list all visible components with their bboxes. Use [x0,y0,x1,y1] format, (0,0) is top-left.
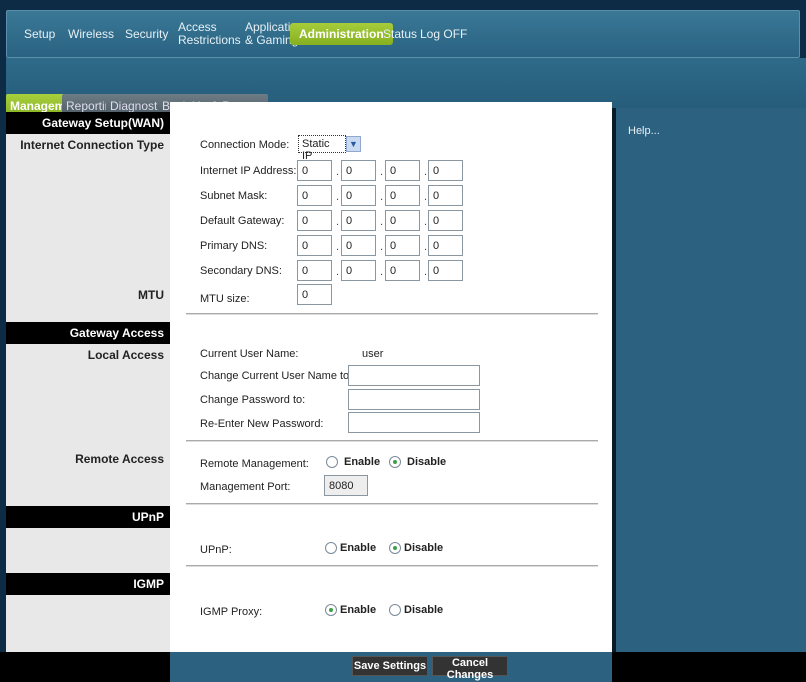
ip-row-label: Primary DNS: [200,240,268,252]
octet-separator: . [424,266,428,278]
help-panel [612,108,806,652]
help-text: Help... [628,125,660,137]
ip-octet-input[interactable] [385,185,420,206]
section-gateway-access: Gateway Access [6,322,170,344]
igmp-disable-radio[interactable]: Disable [389,604,443,616]
upnp-enable-radio[interactable]: Enable [325,542,376,554]
ip-octet-input[interactable] [297,235,332,256]
remote-disable-radio[interactable]: Disable [389,456,446,468]
label-local-access: Local Access [87,348,164,362]
radio-icon [325,542,337,554]
ip-row-label: Secondary DNS: [200,265,282,277]
current-user-value: user [362,348,384,360]
ip-octet-input[interactable] [341,160,376,181]
upnp-label: UPnP: [200,544,232,556]
management-port-input[interactable] [324,475,368,496]
ip-octet-input[interactable] [341,185,376,206]
ip-octet-input[interactable] [341,260,376,281]
section-igmp: IGMP [6,573,170,595]
radio-label: Disable [407,456,447,468]
octet-separator: . [424,191,428,203]
igmp-proxy-label: IGMP Proxy: [200,606,263,618]
reenter-password-input[interactable] [348,412,480,433]
cancel-changes-button[interactable]: Cancel Changes [432,656,508,681]
ip-octet-input[interactable] [297,185,332,206]
ip-octet-input[interactable] [385,260,420,281]
radio-icon [326,456,338,468]
ip-octet-input[interactable] [428,260,463,281]
ip-octet-input[interactable] [297,160,332,181]
radio-label: Enable [340,542,377,554]
divider [186,503,598,505]
octet-separator: . [336,166,340,178]
radio-label: Enable [340,604,377,616]
management-port-label: Management Port: [200,481,291,493]
reenter-password-label: Re-Enter New Password: [200,418,324,430]
ip-octet-input[interactable] [385,210,420,231]
ip-row-label: Subnet Mask: [200,190,268,202]
ip-row-label: Default Gateway: [200,215,285,227]
save-settings-button[interactable]: Save Settings [352,656,428,676]
nav-setup[interactable]: Setup [24,10,55,58]
chevron-down-icon[interactable]: ▼ [346,136,361,152]
label-internet-connection-type: Internet Connection Type [20,138,164,152]
ip-octet-input[interactable] [428,185,463,206]
remote-management-label: Remote Management: [200,458,309,470]
octet-separator: . [380,216,384,228]
octet-separator: . [336,191,340,203]
connection-mode-label: Connection Mode: [200,139,290,151]
radio-icon [389,456,401,468]
octet-separator: . [380,241,384,253]
change-password-input[interactable] [348,389,480,410]
octet-separator: . [424,216,428,228]
nav-wireless[interactable]: Wireless [68,10,114,58]
radio-icon [389,542,401,554]
octet-separator: . [424,241,428,253]
remote-enable-radio[interactable]: Enable [326,456,380,468]
ip-octet-input[interactable] [385,160,420,181]
ip-octet-input[interactable] [428,210,463,231]
change-user-input[interactable] [348,365,480,386]
radio-label: Disable [404,542,444,554]
radio-label: Enable [344,456,381,468]
radio-icon [325,604,337,616]
nav-administration[interactable]: Administration [290,23,393,45]
ip-row-label: Internet IP Address: [200,165,297,177]
nav-access-restrictions[interactable]: Access Restrictions [178,10,241,58]
ip-octet-input[interactable] [297,210,332,231]
octet-separator: . [380,266,384,278]
radio-icon [389,604,401,616]
nav-log-off[interactable]: Log OFF [420,10,467,58]
divider [186,313,598,315]
label-remote-access: Remote Access [75,452,164,466]
nav-status[interactable]: Status [383,10,417,58]
change-password-label: Change Password to: [200,394,306,406]
change-user-label: Change Current User Name to: [200,370,353,382]
octet-separator: . [336,266,340,278]
ip-octet-input[interactable] [428,160,463,181]
octet-separator: . [380,191,384,203]
octet-separator: . [424,166,428,178]
ip-octet-input[interactable] [341,210,376,231]
section-upnp: UPnP [6,506,170,528]
nav-security[interactable]: Security [125,10,168,58]
section-gateway-setup: Gateway Setup(WAN) [6,112,170,134]
octet-separator: . [380,166,384,178]
mtu-size-label: MTU size: [200,293,250,305]
upnp-disable-radio[interactable]: Disable [389,542,443,554]
octet-separator: . [336,241,340,253]
ip-octet-input[interactable] [297,260,332,281]
ip-octet-input[interactable] [428,235,463,256]
divider [186,440,598,442]
label-mtu: MTU [138,288,164,302]
connection-mode-select[interactable]: Static IP [298,135,346,162]
mtu-size-input[interactable] [297,284,332,305]
igmp-enable-radio[interactable]: Enable [325,604,376,616]
octet-separator: . [336,216,340,228]
ip-octet-input[interactable] [385,235,420,256]
current-user-label: Current User Name: [200,348,299,360]
divider [186,565,598,567]
ip-octet-input[interactable] [341,235,376,256]
radio-label: Disable [404,604,444,616]
